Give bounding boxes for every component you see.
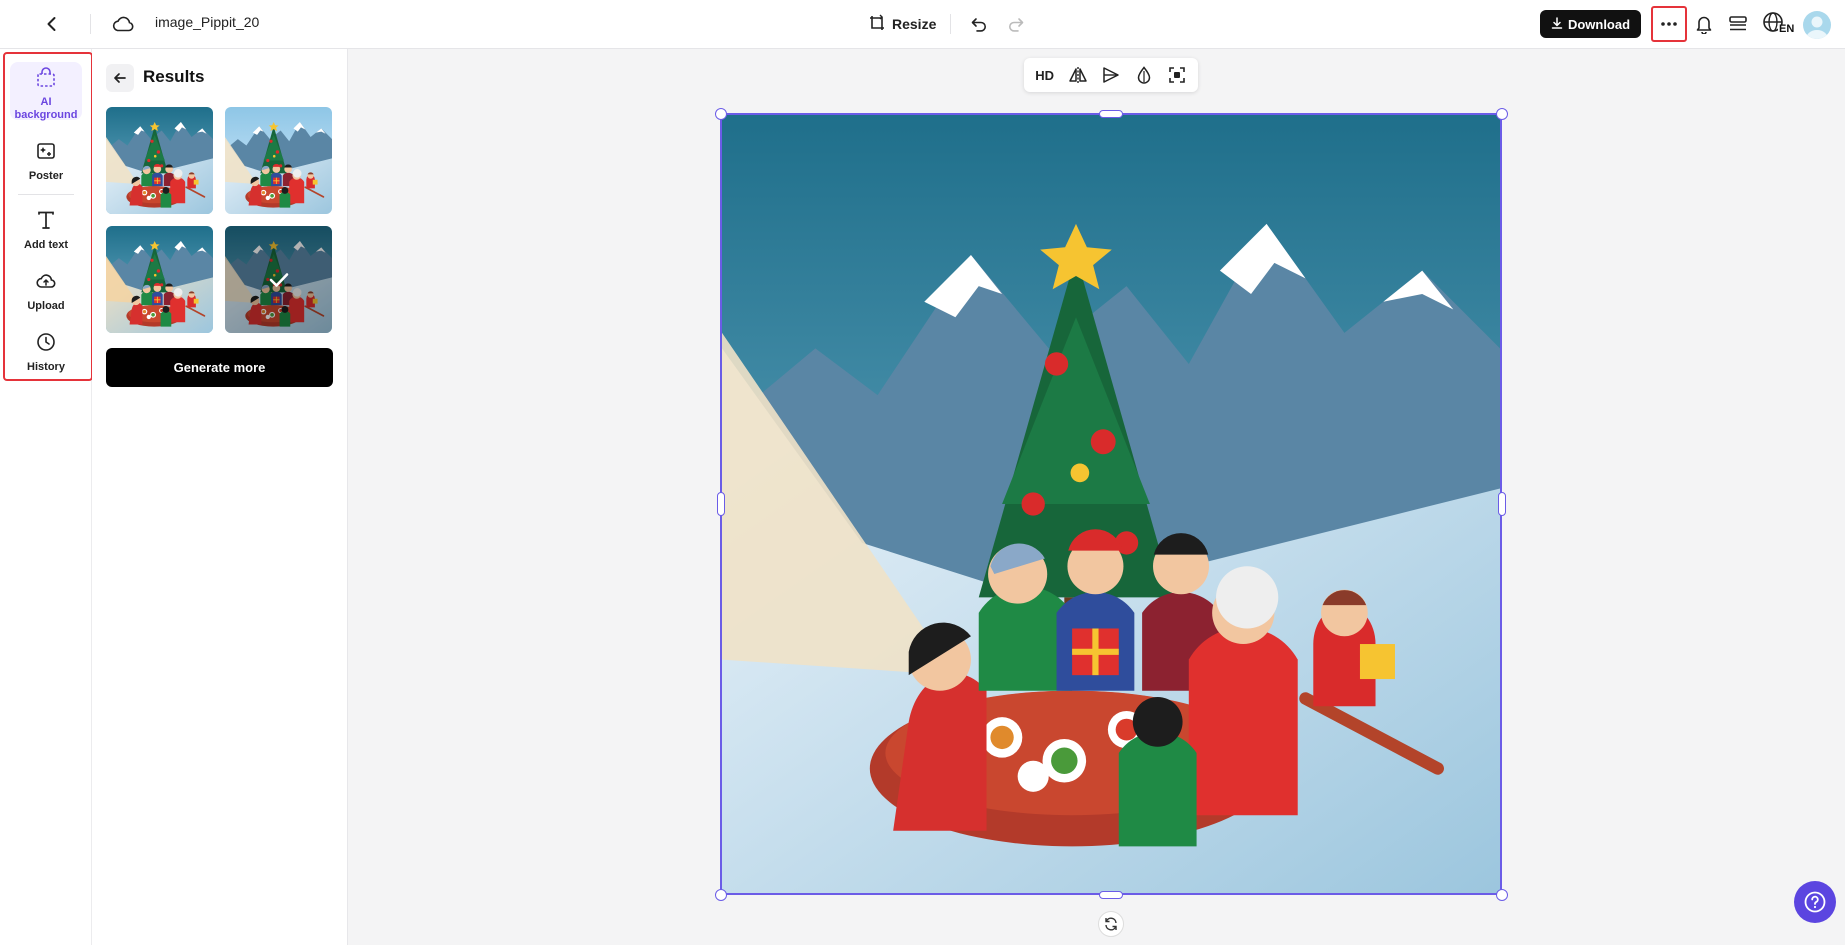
layers-icon[interactable] <box>1725 11 1751 37</box>
rail-item-label: History <box>27 361 65 373</box>
image-toolbar: HD <box>1024 58 1198 92</box>
bell-icon[interactable] <box>1691 11 1717 37</box>
undo-icon[interactable] <box>966 12 992 36</box>
resize-handle-bottom[interactable] <box>1099 891 1123 899</box>
rotate-icon <box>1105 917 1117 931</box>
rail-item-label: AI background <box>14 96 78 121</box>
back-chevron-icon[interactable] <box>40 12 64 36</box>
rail-item-upload[interactable]: Upload <box>10 270 82 314</box>
cloud-icon[interactable] <box>110 12 136 36</box>
result-thumbnail-1[interactable] <box>106 107 213 214</box>
poster-icon <box>35 140 57 166</box>
divider <box>90 14 91 34</box>
rail-item-label: Upload <box>27 300 65 312</box>
rail-item-add-text[interactable]: Add text <box>10 209 82 253</box>
result-thumbnail-4[interactable] <box>225 226 332 333</box>
resize-handle-left[interactable] <box>717 492 725 516</box>
avatar[interactable] <box>1803 11 1831 39</box>
resize-label: Resize <box>892 16 937 32</box>
generate-more-button[interactable]: Generate more <box>106 348 333 387</box>
opacity-drop-icon[interactable] <box>1130 62 1158 88</box>
more-dots-icon <box>1661 22 1677 26</box>
rail-divider <box>18 194 74 195</box>
top-bar: image_Pippit_20 Resize Download EN <box>0 0 1845 49</box>
download-label: Download <box>1567 16 1631 32</box>
resize-handle-bottom-left[interactable] <box>715 889 727 901</box>
resize-handle-right[interactable] <box>1498 492 1506 516</box>
resize-button[interactable]: Resize <box>868 10 936 38</box>
resize-handle-top-right[interactable] <box>1496 108 1508 120</box>
canvas-image[interactable] <box>720 113 1502 895</box>
language-globe-icon[interactable]: EN <box>1761 10 1795 38</box>
flip-icon[interactable] <box>1064 62 1092 88</box>
rail-item-ai-background[interactable]: AI background <box>10 62 82 121</box>
rail-item-label: Add text <box>24 239 68 251</box>
resize-icon <box>868 14 886 35</box>
rotate-button[interactable] <box>1098 911 1124 937</box>
result-thumbnail-2[interactable] <box>225 107 332 214</box>
resize-handle-top[interactable] <box>1099 110 1123 118</box>
rail-item-poster[interactable]: Poster <box>10 140 82 184</box>
align-icon[interactable] <box>1097 62 1125 88</box>
text-icon <box>35 209 57 235</box>
language-badge: EN <box>1779 23 1795 35</box>
ai-background-icon <box>35 66 57 92</box>
help-button[interactable] <box>1794 881 1836 923</box>
panel-title: Results <box>143 67 205 86</box>
rail-item-label: Poster <box>28 170 64 182</box>
divider <box>950 14 951 34</box>
redo-icon[interactable] <box>1003 12 1029 36</box>
resize-handle-bottom-right[interactable] <box>1496 889 1508 901</box>
upload-icon <box>35 270 57 296</box>
focus-select-icon[interactable] <box>1163 62 1191 88</box>
help-question-icon <box>1804 891 1826 913</box>
arrow-left-icon <box>114 73 126 83</box>
rail-item-history[interactable]: History <box>10 331 82 375</box>
selected-check-icon <box>225 226 332 333</box>
hd-button[interactable]: HD <box>1031 62 1059 88</box>
results-back-button[interactable] <box>106 64 134 92</box>
result-thumbnail-3[interactable] <box>106 226 213 333</box>
file-name[interactable]: image_Pippit_20 <box>155 14 259 30</box>
download-icon <box>1551 16 1563 32</box>
download-button[interactable]: Download <box>1540 10 1641 38</box>
history-icon <box>35 331 57 357</box>
resize-handle-top-left[interactable] <box>715 108 727 120</box>
more-options-button[interactable] <box>1651 6 1687 42</box>
